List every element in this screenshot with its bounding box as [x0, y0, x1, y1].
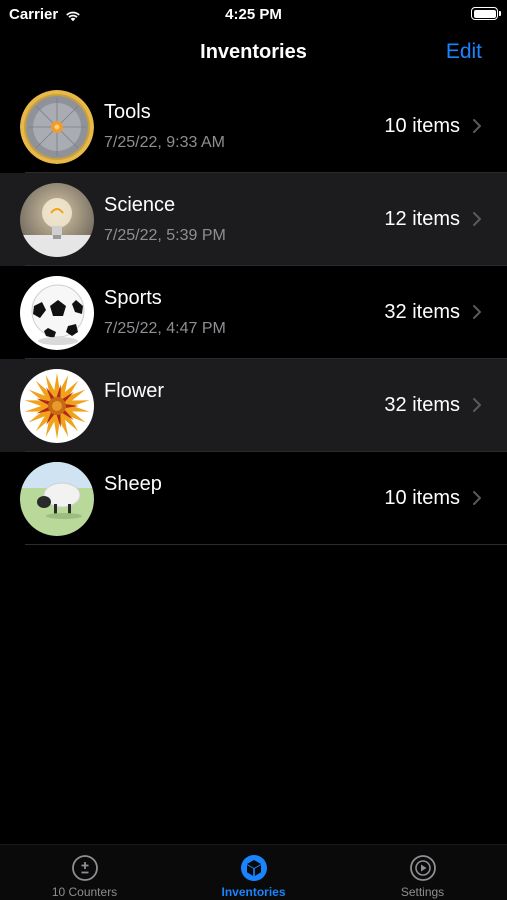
play-gear-icon — [409, 855, 436, 881]
tab-label: Inventories — [221, 885, 286, 899]
inventory-count: 10 items — [384, 487, 460, 509]
plus-minus-icon — [71, 855, 98, 881]
chevron-right-icon — [473, 212, 481, 226]
inventory-row-sports[interactable]: Sports 7/25/22, 4:47 PM 32 items — [0, 266, 507, 359]
inventory-title: Sports — [104, 287, 162, 309]
inventory-count: 10 items — [384, 115, 460, 137]
inventory-title: Flower — [104, 380, 165, 402]
box-icon — [240, 855, 267, 881]
inventory-row-tools[interactable]: Tools 7/25/22, 9:33 AM 10 items — [0, 80, 507, 173]
inventory-row-flower[interactable]: Flower 32 items — [0, 359, 507, 452]
inventory-count: 32 items — [384, 301, 460, 323]
battery-icon — [471, 7, 501, 20]
flower-image — [20, 369, 94, 443]
inventory-date: 7/25/22, 5:39 PM — [104, 227, 226, 244]
inventory-date: 7/25/22, 9:33 AM — [104, 134, 225, 151]
tab-label: Settings — [400, 885, 445, 899]
saw-blade-image — [20, 90, 94, 164]
inventory-row-science[interactable]: Science 7/25/22, 5:39 PM 12 items — [0, 173, 507, 266]
edit-button[interactable]: Edit — [446, 40, 482, 64]
inventory-date: 7/25/22, 4:47 PM — [104, 320, 226, 337]
soccer-ball-image — [20, 276, 94, 350]
inventory-title: Tools — [104, 101, 151, 123]
status-time: 4:25 PM — [225, 6, 282, 23]
tab-bar: 10 Counters Inventories Settings — [0, 844, 507, 900]
page-title: Inventories — [200, 41, 307, 63]
row-separator — [25, 544, 507, 545]
light-bulb-image — [20, 183, 94, 257]
navigation-bar: Inventories Edit — [0, 30, 507, 74]
inventory-count: 32 items — [384, 394, 460, 416]
inventory-count: 12 items — [384, 208, 460, 230]
chevron-right-icon — [473, 119, 481, 133]
sheep-image — [20, 462, 94, 536]
chevron-right-icon — [473, 305, 481, 319]
chevron-right-icon — [473, 398, 481, 412]
chevron-right-icon — [473, 491, 481, 505]
inventory-title: Sheep — [104, 473, 162, 495]
status-bar: Carrier 4:25 PM — [0, 0, 507, 28]
tab-counters[interactable]: 10 Counters — [0, 845, 169, 900]
tab-settings[interactable]: Settings — [338, 845, 507, 900]
tab-inventories[interactable]: Inventories — [169, 845, 338, 900]
inventory-row-sheep[interactable]: Sheep 10 items — [0, 452, 507, 545]
app-screen: Carrier 4:25 PM Inventories Edit Tools 7… — [0, 0, 507, 900]
inventory-list: Tools 7/25/22, 9:33 AM 10 items Science … — [0, 80, 507, 545]
inventory-title: Science — [104, 194, 176, 216]
tab-label: 10 Counters — [51, 885, 118, 899]
